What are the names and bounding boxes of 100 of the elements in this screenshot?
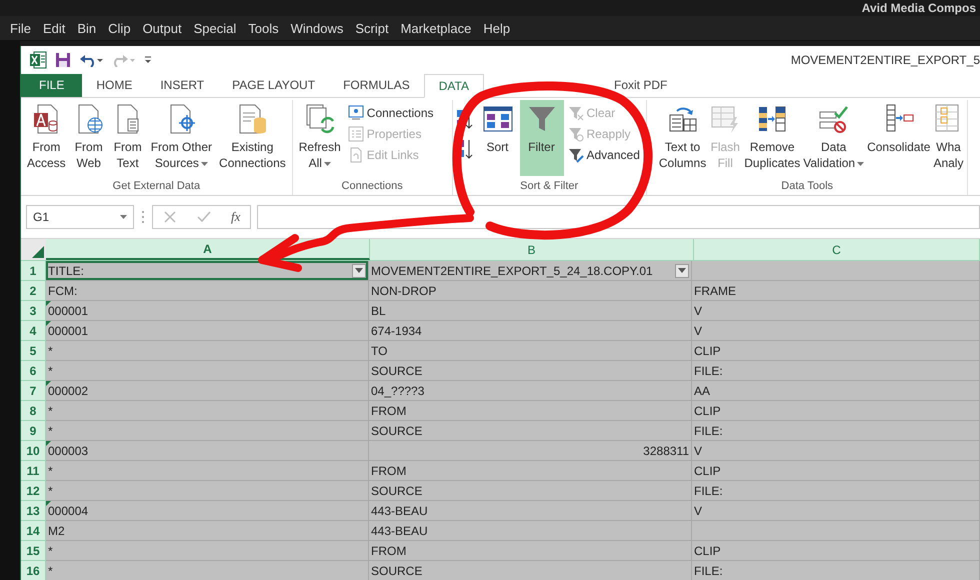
cell-text: *: [48, 544, 53, 558]
cell-text: M2: [48, 524, 65, 538]
ribbon-button[interactable]: Connections: [344, 103, 436, 124]
row-header[interactable]: 16: [21, 561, 46, 580]
column-header[interactable]: A: [46, 239, 370, 260]
ribbon-tab[interactable]: HOME: [82, 74, 146, 98]
row-header[interactable]: 14: [21, 521, 46, 541]
cell-text: 443-BEAU: [371, 504, 428, 518]
filter-dropdown-button[interactable]: [352, 264, 366, 278]
menu-item[interactable]: Clip: [102, 20, 137, 36]
ribbon-button[interactable]: Data Validation: [802, 100, 866, 176]
sort-ascending-icon[interactable]: [456, 108, 474, 130]
ribbon-tab[interactable]: Foxit PDF: [600, 74, 682, 98]
menu-item[interactable]: Windows: [284, 20, 350, 36]
ribbon-button[interactable]: Wha Analy: [932, 100, 964, 176]
caret-icon: [678, 268, 686, 273]
ribbon-button[interactable]: Filter: [520, 100, 564, 176]
spreadsheet-logo-icon[interactable]: [29, 50, 47, 69]
cell-text: V: [694, 444, 702, 458]
cell-text: V: [694, 324, 702, 338]
cell-text: CLIP: [694, 464, 721, 478]
menu-item[interactable]: File: [4, 20, 37, 36]
cell-text: 674-1934: [371, 324, 422, 338]
ribbon-tab[interactable]: DATA: [424, 74, 484, 98]
row-header[interactable]: 1: [21, 261, 46, 281]
group-label: Sort & Filter: [519, 180, 580, 194]
menu-item[interactable]: Script: [349, 20, 395, 36]
ribbon-button[interactable]: Remove Duplicates: [743, 100, 802, 176]
row-header[interactable]: 2: [21, 281, 46, 301]
row-header[interactable]: 8: [21, 401, 46, 421]
row-header[interactable]: 13: [21, 501, 46, 521]
row-header[interactable]: 10: [21, 441, 46, 461]
menu-item[interactable]: Marketplace: [394, 20, 478, 36]
insert-function-button[interactable]: fx: [231, 208, 240, 225]
ribbon-tab[interactable]: FILE: [21, 74, 82, 98]
menu-item[interactable]: Edit: [36, 20, 72, 36]
cell-text: CLIP: [694, 544, 721, 558]
row-header[interactable]: 9: [21, 421, 46, 441]
ribbon-tab[interactable]: INSERT: [146, 74, 218, 98]
row-header[interactable]: 15: [21, 541, 46, 561]
group-label: Data Tools: [780, 180, 834, 194]
row-header[interactable]: 6: [21, 361, 46, 381]
cell-text: 000001: [48, 304, 88, 318]
menu-item[interactable]: Output: [136, 20, 188, 36]
cell-text: 000003: [48, 444, 88, 458]
menu-item[interactable]: Special: [188, 20, 242, 36]
list-icon: [348, 126, 364, 142]
ribbon-button[interactable]: Advanced: [564, 145, 643, 166]
row-header[interactable]: 4: [21, 321, 46, 341]
cell-text: 000002: [48, 384, 88, 398]
empty-cell[interactable]: [692, 261, 980, 281]
column-header[interactable]: C: [694, 239, 980, 260]
ribbon-tab[interactable]: FORMULAS: [329, 74, 424, 98]
select-all-button[interactable]: [21, 239, 46, 260]
cell-text: *: [48, 484, 53, 498]
link-document-icon: [348, 147, 364, 164]
ribbon-button[interactable]: From Text: [108, 100, 147, 176]
ribbon-button[interactable]: Existing Connections: [216, 100, 289, 176]
cell-text: FILE:: [694, 424, 723, 438]
empty-cell[interactable]: [692, 521, 980, 541]
advanced-filter-icon: [568, 147, 584, 164]
cell-text: 04_????3: [371, 384, 424, 398]
clear-filter-icon: [568, 105, 584, 122]
ribbon-button[interactable]: Consolidate: [866, 100, 932, 176]
ribbon-button[interactable]: Text to Columns: [658, 100, 708, 176]
menu-item[interactable]: Bin: [71, 20, 102, 36]
customize-icon[interactable]: [143, 54, 153, 65]
ribbon-button[interactable]: Refresh All: [296, 100, 344, 176]
cell-text: SOURCE: [371, 564, 422, 578]
row-header[interactable]: 11: [21, 461, 46, 481]
ribbon-tab[interactable]: PAGE LAYOUT: [218, 74, 330, 98]
cell-text: *: [48, 564, 53, 578]
row-header[interactable]: 12: [21, 481, 46, 501]
row-header[interactable]: 3: [21, 301, 46, 321]
ribbon-button[interactable]: From Other Sources: [148, 100, 216, 176]
name-box[interactable]: G1: [26, 204, 134, 229]
ribbon-button[interactable]: Sort: [476, 100, 518, 176]
undo-icon[interactable]: [79, 52, 103, 67]
caret-icon: [200, 162, 208, 166]
monitor-icon: [348, 105, 364, 122]
window-title: MOVEMENT2ENTIRE_EXPORT_5: [790, 52, 980, 67]
cell-text: SOURCE: [371, 484, 422, 498]
cell-text: BL: [371, 304, 386, 318]
cell-text: *: [48, 464, 53, 478]
column-header[interactable]: B: [370, 239, 694, 260]
ribbon-button[interactable]: From Access: [24, 100, 69, 176]
cell-text: SOURCE: [371, 424, 422, 438]
row-header[interactable]: 7: [21, 381, 46, 401]
cell-text: 000004: [48, 504, 88, 518]
formula-field[interactable]: [257, 204, 980, 229]
menu-item[interactable]: Tools: [242, 20, 285, 36]
cell-text: FILE:: [694, 564, 723, 578]
menu-item[interactable]: Help: [477, 20, 516, 36]
filter-dropdown-button[interactable]: [675, 264, 689, 278]
refresh-icon: [304, 103, 336, 136]
cell-text: TO: [371, 344, 388, 358]
group-label: Get External Data: [112, 180, 202, 194]
ribbon-button[interactable]: From Web: [70, 100, 108, 176]
save-icon[interactable]: [55, 52, 71, 68]
row-header[interactable]: 5: [21, 341, 46, 361]
